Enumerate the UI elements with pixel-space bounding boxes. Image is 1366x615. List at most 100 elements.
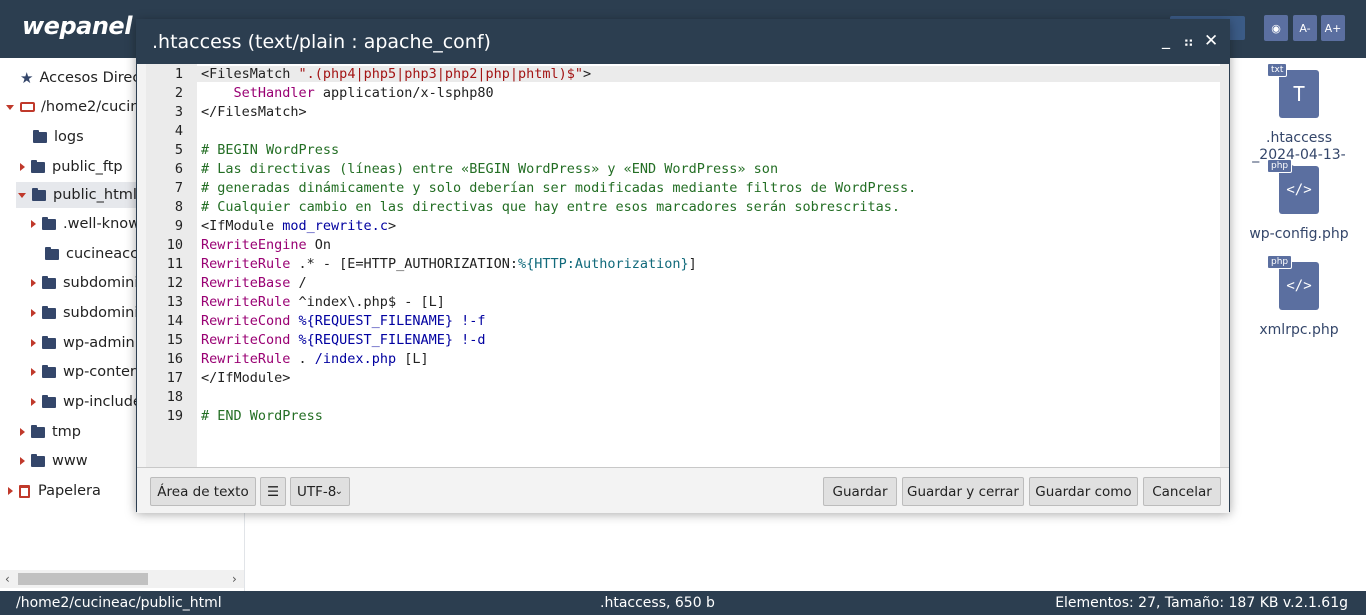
scroll-right-icon[interactable]: › <box>232 572 237 586</box>
caret-right-icon[interactable] <box>31 309 36 317</box>
scroll-left-icon[interactable]: ‹ <box>5 572 10 586</box>
trash-icon <box>19 484 30 498</box>
tree-item-trash[interactable]: Papelera <box>8 478 101 504</box>
line-number: 18 <box>166 389 183 405</box>
file-htaccess-backup[interactable]: txt T .htaccess _2024-04-13-1... <box>1244 63 1354 181</box>
folder-link-icon <box>31 453 45 467</box>
text-file-icon: txt T <box>1267 63 1319 118</box>
folder-open-icon <box>32 187 46 201</box>
line-number-gutter: 1 2 3 4 5 6 7 8 9 10 11 12 13 14 15 16 1… <box>146 64 197 467</box>
tree-item-well-known[interactable]: .well-know <box>31 211 140 237</box>
caret-down-icon[interactable] <box>6 104 14 110</box>
php-file-icon: php </> <box>1267 159 1319 214</box>
caret-right-icon[interactable] <box>31 279 36 287</box>
fullscreen-icon[interactable]: ⠶ <box>1183 33 1194 51</box>
code-keyword: SetHandler <box>201 85 315 101</box>
tree-item-subdomini-2[interactable]: subdomini <box>31 300 138 326</box>
close-icon[interactable]: ✕ <box>1204 31 1218 51</box>
code-text: application/x-lsphp80 <box>314 85 494 101</box>
code-text: ] <box>688 256 697 272</box>
encoding-select[interactable]: UTF-8 ⌄ <box>290 477 350 506</box>
encoding-value: UTF-8 <box>297 483 337 500</box>
caret-right-icon[interactable] <box>31 368 36 376</box>
cancel-button[interactable]: Cancelar <box>1143 477 1221 506</box>
tree-item-subdomini-1[interactable]: subdomini <box>31 270 138 296</box>
code-keyword: RewriteEngine <box>201 237 307 253</box>
tree-item-tmp[interactable]: tmp <box>20 419 81 445</box>
star-icon: ★ <box>20 69 34 87</box>
caret-right-icon[interactable] <box>20 163 25 171</box>
folder-icon <box>42 216 56 230</box>
tree-item-wp-includes[interactable]: wp-include <box>31 389 142 415</box>
code-keyword: RewriteBase <box>201 275 291 291</box>
caret-right-icon[interactable] <box>20 428 25 436</box>
caret-right-icon[interactable] <box>8 487 13 495</box>
tree-label: www <box>52 453 88 469</box>
folder-icon <box>42 394 56 408</box>
code-keyword: RewriteCond <box>201 332 291 348</box>
caret-right-icon[interactable] <box>31 398 36 406</box>
minimize-icon[interactable]: _ <box>1162 30 1170 49</box>
save-and-close-button[interactable]: Guardar y cerrar <box>902 477 1024 506</box>
dialog-footer: Área de texto ☰ UTF-8 ⌄ Guardar Guardar … <box>137 467 1229 513</box>
code-keyword: RewriteRule <box>201 256 291 272</box>
sidebar-horizontal-scrollbar[interactable]: ‹ › <box>0 570 244 588</box>
code-line-10: RewriteEngine On <box>201 237 331 253</box>
line-number: 3 <box>174 104 183 120</box>
folder-icon <box>42 335 56 349</box>
file-type-tag: txt <box>1267 63 1288 77</box>
preview-eye-icon[interactable]: ◉ <box>1264 15 1288 41</box>
file-glyph: T <box>1292 82 1306 106</box>
line-number: 15 <box>166 332 183 348</box>
tree-item-cucineacce[interactable]: cucineacce <box>45 241 147 267</box>
save-button[interactable]: Guardar <box>823 477 897 506</box>
file-glyph: </> <box>1286 278 1312 294</box>
code-line-16: RewriteRule . /index.php [L] <box>201 351 429 367</box>
caret-right-icon[interactable] <box>31 339 36 347</box>
tree-item-wp-admin[interactable]: wp-admin <box>31 330 135 356</box>
code-tag: > <box>583 66 592 82</box>
textarea-mode-button[interactable]: Área de texto <box>150 477 256 506</box>
tree-item-www[interactable]: www <box>20 448 88 474</box>
tree-item-public-html[interactable]: public_html <box>16 182 140 208</box>
tree-label: Papelera <box>38 483 101 499</box>
settings-sliders-icon[interactable]: ☰ <box>260 477 286 506</box>
tree-item-public-ftp[interactable]: public_ftp <box>20 154 123 180</box>
folder-icon <box>33 129 47 143</box>
code-text: . <box>290 351 315 367</box>
font-decrease-button[interactable]: A- <box>1293 15 1317 41</box>
status-summary: Elementos: 27, Tamaño: 187 KB v.2.1.61g <box>1055 595 1348 611</box>
save-as-button[interactable]: Guardar como <box>1029 477 1138 506</box>
tree-label: cucineacce <box>66 246 148 262</box>
tree-item-home[interactable]: /home2/cucin <box>6 94 139 120</box>
caret-right-icon[interactable] <box>31 220 36 228</box>
code-string: ".(php4|php5|php3|php2|php|phtml)$" <box>298 66 584 82</box>
caret-right-icon[interactable] <box>20 457 25 465</box>
file-xmlrpc[interactable]: php </> xmlrpc.php <box>1244 255 1354 339</box>
tree-item-wp-content[interactable]: wp-conter <box>31 359 136 385</box>
tree-item-quick-access[interactable]: ★ Accesos Direct <box>20 65 146 91</box>
code-tag: <FilesMatch <box>201 66 299 82</box>
code-editor[interactable]: 1 2 3 4 5 6 7 8 9 10 11 12 13 14 15 16 1… <box>146 64 1229 467</box>
code-text: / <box>290 275 307 291</box>
folder-icon <box>42 364 56 378</box>
code-line-5: # BEGIN WordPress <box>201 142 340 158</box>
font-increase-button[interactable]: A+ <box>1321 15 1345 41</box>
file-wp-config[interactable]: php </> wp-config.php <box>1244 159 1354 243</box>
scrollbar-thumb[interactable] <box>18 573 148 585</box>
tree-item-logs[interactable]: logs <box>33 124 84 150</box>
file-name-line-1: .htaccess <box>1266 130 1332 146</box>
drive-icon <box>20 102 35 112</box>
caret-down-icon[interactable] <box>18 192 26 198</box>
tree-label: wp-conter <box>63 364 136 380</box>
line-number: 19 <box>166 408 183 424</box>
tree-label: wp-admin <box>63 335 135 351</box>
editor-vertical-scrollbar[interactable] <box>1220 64 1229 467</box>
dialog-titlebar[interactable]: .htaccess (text/plain : apache_conf) _ ⠶… <box>137 20 1229 64</box>
line-number: 8 <box>174 199 183 215</box>
folder-icon <box>31 159 45 173</box>
code-keyword: RewriteRule <box>201 351 291 367</box>
line-number: 7 <box>174 180 183 196</box>
tree-label: logs <box>54 129 84 145</box>
tree-label: .well-know <box>63 216 140 232</box>
